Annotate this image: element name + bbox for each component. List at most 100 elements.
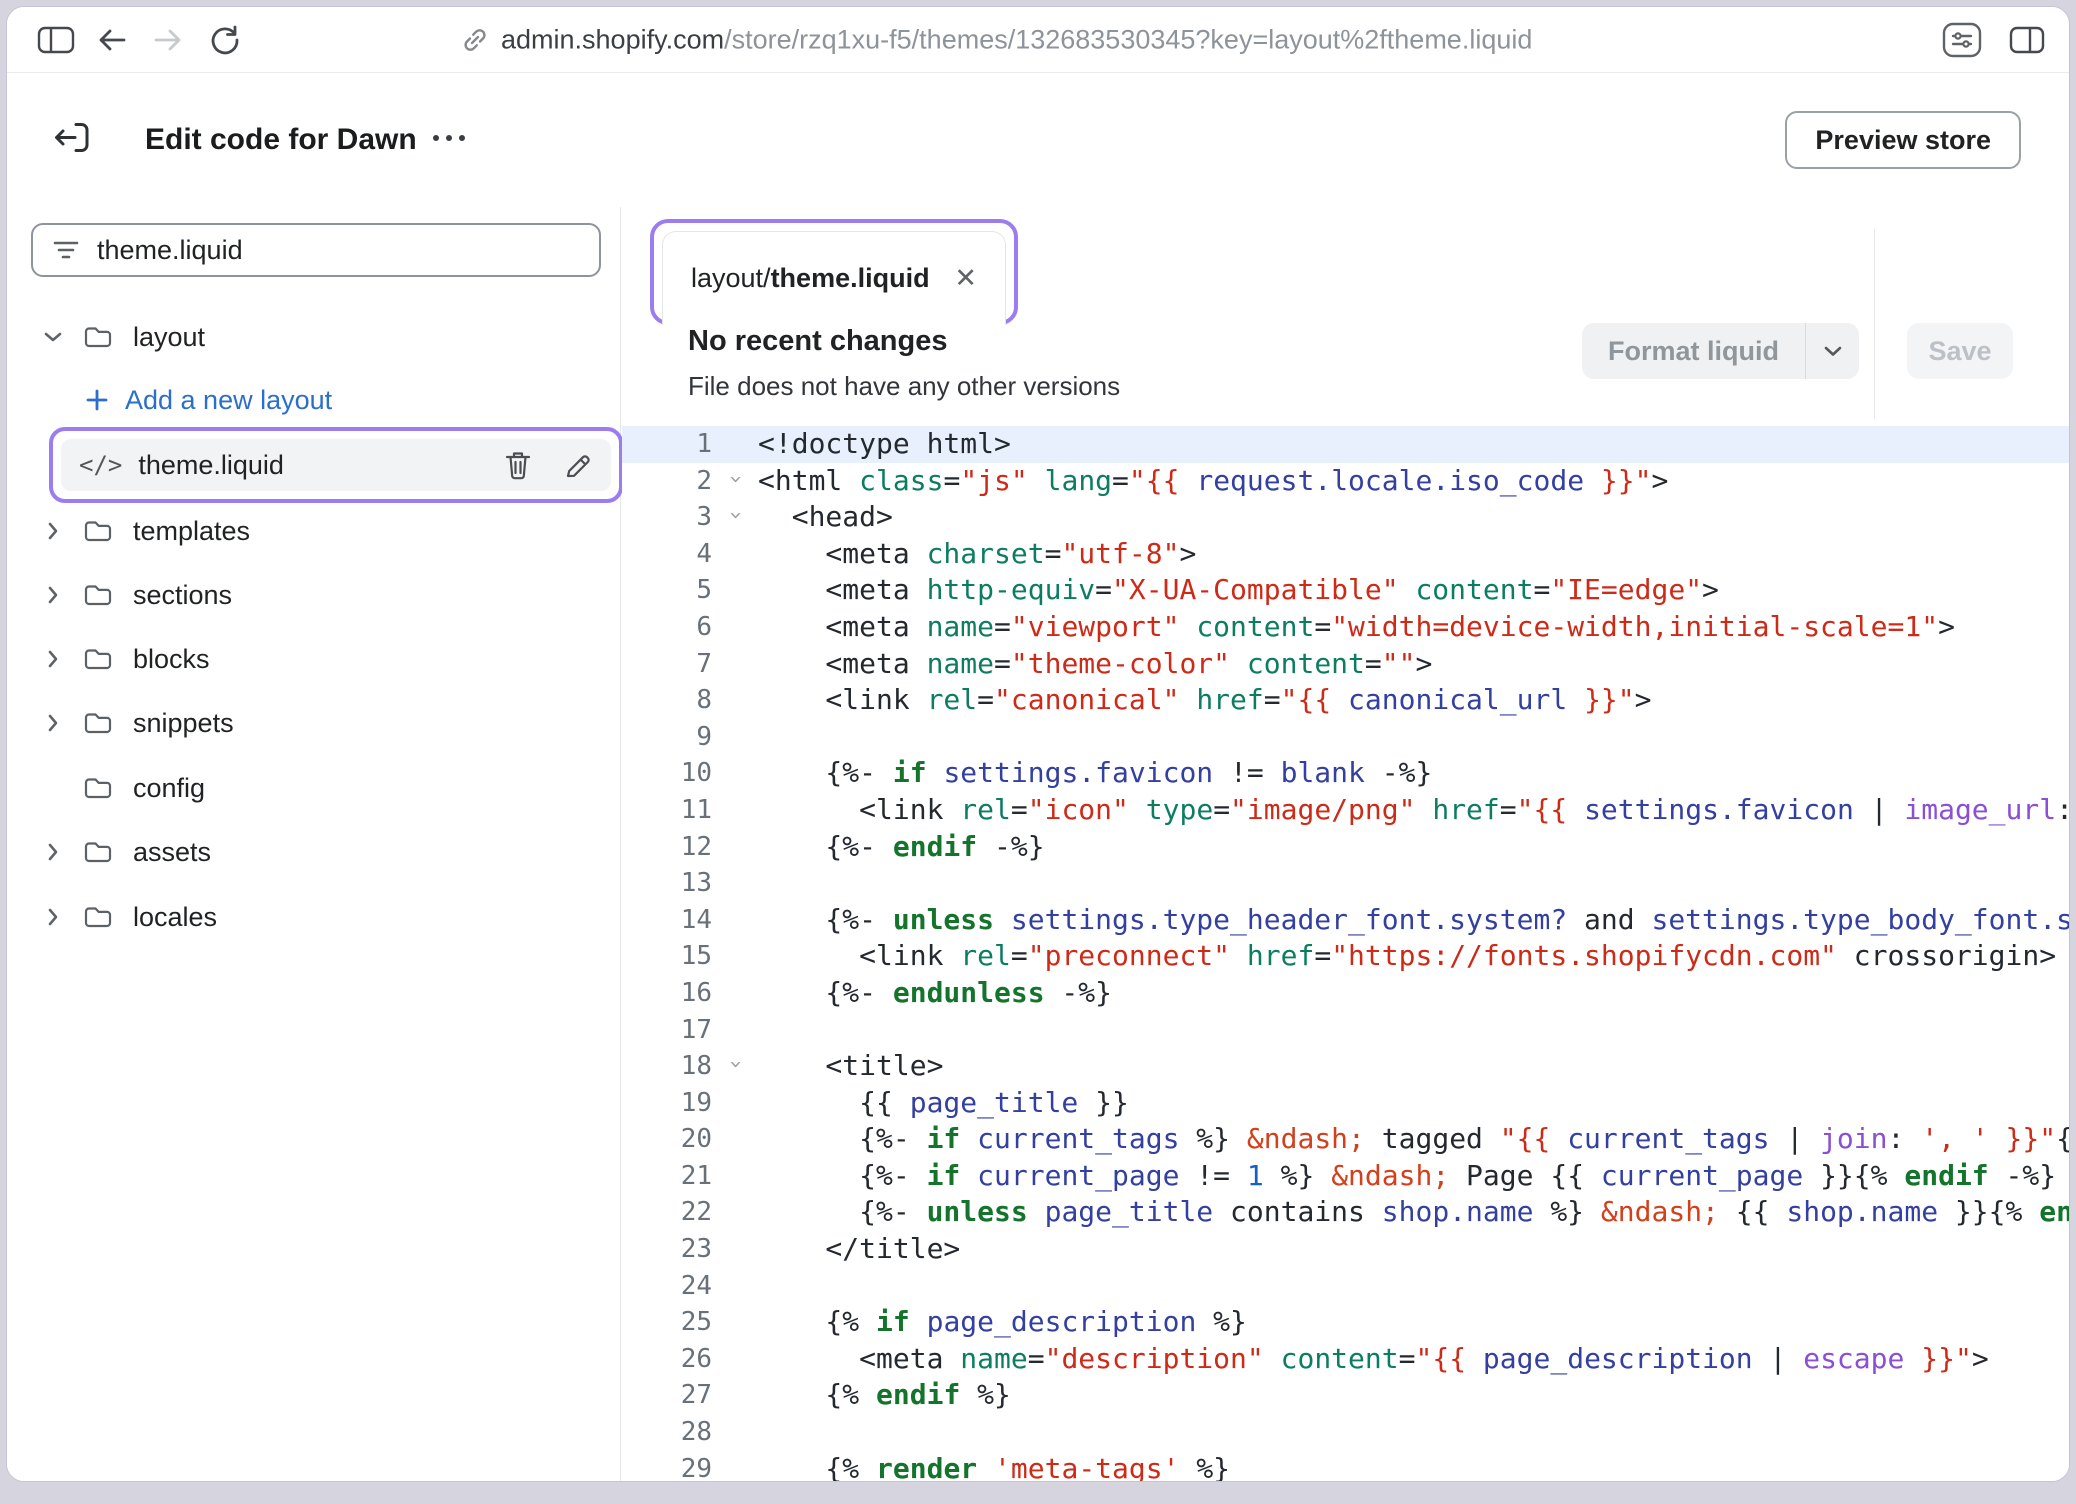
chevron-right-icon[interactable] — [43, 845, 83, 859]
chevron-right-icon[interactable] — [43, 524, 83, 538]
code-line[interactable]: 5 <meta http-equiv="X-UA-Compatible" con… — [622, 572, 2069, 609]
sidebar-item-assets[interactable]: assets — [7, 824, 620, 880]
code-line[interactable]: 7 <meta name="theme-color" content=""> — [622, 646, 2069, 683]
folder-label: assets — [133, 837, 211, 868]
code-line[interactable]: 28 — [622, 1414, 2069, 1451]
rename-file-icon[interactable] — [563, 449, 593, 481]
delete-file-icon[interactable] — [503, 449, 533, 481]
line-number: 8 — [622, 682, 716, 719]
code-line[interactable]: 14 {%- unless settings.type_header_font.… — [622, 902, 2069, 939]
line-number: 13 — [622, 865, 716, 902]
chevron-right-icon[interactable] — [43, 652, 83, 666]
code-line[interactable]: 11 <link rel="icon" type="image/png" hre… — [622, 792, 2069, 829]
reload-icon[interactable] — [207, 23, 241, 57]
annotation-highlight-file: </> theme.liquid — [49, 427, 623, 503]
fold-spacer — [716, 1268, 754, 1305]
code-text: <link rel="icon" type="image/png" href="… — [754, 792, 2069, 829]
code-line[interactable]: 19 {{ page_title }} — [622, 1085, 2069, 1122]
more-actions-icon[interactable] — [431, 131, 467, 149]
fold-spacer — [716, 682, 754, 719]
code-line[interactable]: 15 <link rel="preconnect" href="https://… — [622, 938, 2069, 975]
code-line[interactable]: 8 <link rel="canonical" href="{{ canonic… — [622, 682, 2069, 719]
code-line[interactable]: 25 {% if page_description %} — [622, 1304, 2069, 1341]
code-text: {% render 'meta-tags' %} — [754, 1451, 2069, 1481]
fold-spacer — [716, 609, 754, 646]
sidebar-item-sections[interactable]: sections — [7, 567, 620, 623]
fold-spacer — [716, 1085, 754, 1122]
code-text: <meta http-equiv="X-UA-Compatible" conte… — [754, 572, 2069, 609]
chevron-right-icon[interactable] — [43, 716, 83, 730]
fold-spacer — [716, 902, 754, 939]
code-line[interactable]: 27 {% endif %} — [622, 1377, 2069, 1414]
code-line[interactable]: 29 {% render 'meta-tags' %} — [622, 1451, 2069, 1481]
code-text — [754, 1268, 2069, 1305]
fold-spacer — [716, 1414, 754, 1451]
sidebar-item-templates[interactable]: templates — [7, 503, 620, 559]
sidebar-item-snippets[interactable]: snippets — [7, 695, 620, 751]
line-number: 17 — [622, 1012, 716, 1049]
code-line[interactable]: 3› <head> — [622, 499, 2069, 536]
exit-icon[interactable] — [49, 115, 95, 166]
split-view-icon[interactable] — [2009, 25, 2045, 55]
format-liquid-button[interactable]: Format liquid — [1582, 323, 1805, 379]
code-line[interactable]: 21 {%- if current_page != 1 %} &ndash; P… — [622, 1158, 2069, 1195]
code-line[interactable]: 24 — [622, 1268, 2069, 1305]
code-line[interactable]: 20 {%- if current_tags %} &ndash; tagged… — [622, 1121, 2069, 1158]
code-text: <link rel="preconnect" href="https://fon… — [754, 938, 2069, 975]
preview-store-button[interactable]: Preview store — [1785, 111, 2021, 169]
chevron-down-icon — [1822, 344, 1844, 358]
folder-icon — [83, 839, 113, 865]
fold-spacer — [716, 719, 754, 756]
editor-panel: layout/theme.liquid ✕ No recent changes … — [622, 207, 2069, 1481]
fold-chevron-icon[interactable]: › — [716, 499, 754, 536]
folder-label: config — [133, 773, 205, 804]
line-number: 7 — [622, 646, 716, 683]
file-search-input[interactable] — [97, 235, 581, 266]
code-line[interactable]: 6 <meta name="viewport" content="width=d… — [622, 609, 2069, 646]
add-layout-button[interactable]: Add a new layout — [7, 372, 620, 428]
line-number: 4 — [622, 536, 716, 573]
code-line[interactable]: 4 <meta charset="utf-8"> — [622, 536, 2069, 573]
folder-icon — [83, 775, 113, 801]
tab-theme-liquid[interactable]: layout/theme.liquid ✕ — [662, 231, 1006, 325]
code-line[interactable]: 1<!doctype html> — [622, 426, 2069, 463]
code-text: {%- endif -%} — [754, 829, 2069, 866]
chevron-right-icon[interactable] — [43, 588, 83, 602]
code-text: <link rel="canonical" href="{{ canonical… — [754, 682, 2069, 719]
code-line[interactable]: 12 {%- endif -%} — [622, 829, 2069, 866]
sidebar-item-theme-liquid[interactable]: </> theme.liquid — [61, 439, 611, 491]
fold-chevron-icon[interactable]: › — [716, 463, 754, 500]
sidebar-item-layout[interactable]: layout — [7, 309, 620, 365]
chevron-right-icon[interactable] — [43, 910, 83, 924]
code-line[interactable]: 2›<html class="js" lang="{{ request.loca… — [622, 463, 2069, 500]
back-icon[interactable] — [95, 24, 129, 56]
code-text: {{ page_title }} — [754, 1085, 2069, 1122]
code-line[interactable]: 26 <meta name="description" content="{{ … — [622, 1341, 2069, 1378]
sidebar-item-blocks[interactable]: blocks — [7, 631, 620, 687]
file-sidebar: layout Add a new layout </> theme.liquid… — [7, 207, 621, 1481]
save-button[interactable]: Save — [1907, 323, 2013, 379]
code-line[interactable]: 22 {%- unless page_title contains shop.n… — [622, 1194, 2069, 1231]
code-line[interactable]: 10 {%- if settings.favicon != blank -%} — [622, 755, 2069, 792]
code-line[interactable]: 9 — [622, 719, 2069, 756]
sidebar-item-config[interactable]: config — [7, 760, 620, 816]
file-search-box[interactable] — [31, 223, 601, 277]
code-editor[interactable]: 1<!doctype html>2›<html class="js" lang=… — [622, 421, 2069, 1481]
code-line[interactable]: 17 — [622, 1012, 2069, 1049]
line-number: 16 — [622, 975, 716, 1012]
sidebar-item-locales[interactable]: locales — [7, 889, 620, 945]
format-dropdown-button[interactable] — [1805, 323, 1859, 379]
forward-icon[interactable] — [151, 24, 185, 56]
url-bar[interactable]: admin.shopify.com/store/rzq1xu-f5/themes… — [501, 24, 1532, 55]
fold-spacer — [716, 1304, 754, 1341]
code-line[interactable]: 23 </title> — [622, 1231, 2069, 1268]
code-line[interactable]: 13 — [622, 865, 2069, 902]
code-text: {%- if current_tags %} &ndash; tagged "{… — [754, 1121, 2069, 1158]
code-line[interactable]: 16 {%- endunless -%} — [622, 975, 2069, 1012]
close-tab-icon[interactable]: ✕ — [954, 263, 977, 294]
fold-chevron-icon[interactable]: › — [716, 1048, 754, 1085]
browser-extension-icon[interactable] — [1941, 21, 1983, 59]
sidebar-toggle-icon[interactable] — [37, 25, 75, 55]
chevron-down-icon[interactable] — [43, 330, 83, 344]
code-line[interactable]: 18› <title> — [622, 1048, 2069, 1085]
